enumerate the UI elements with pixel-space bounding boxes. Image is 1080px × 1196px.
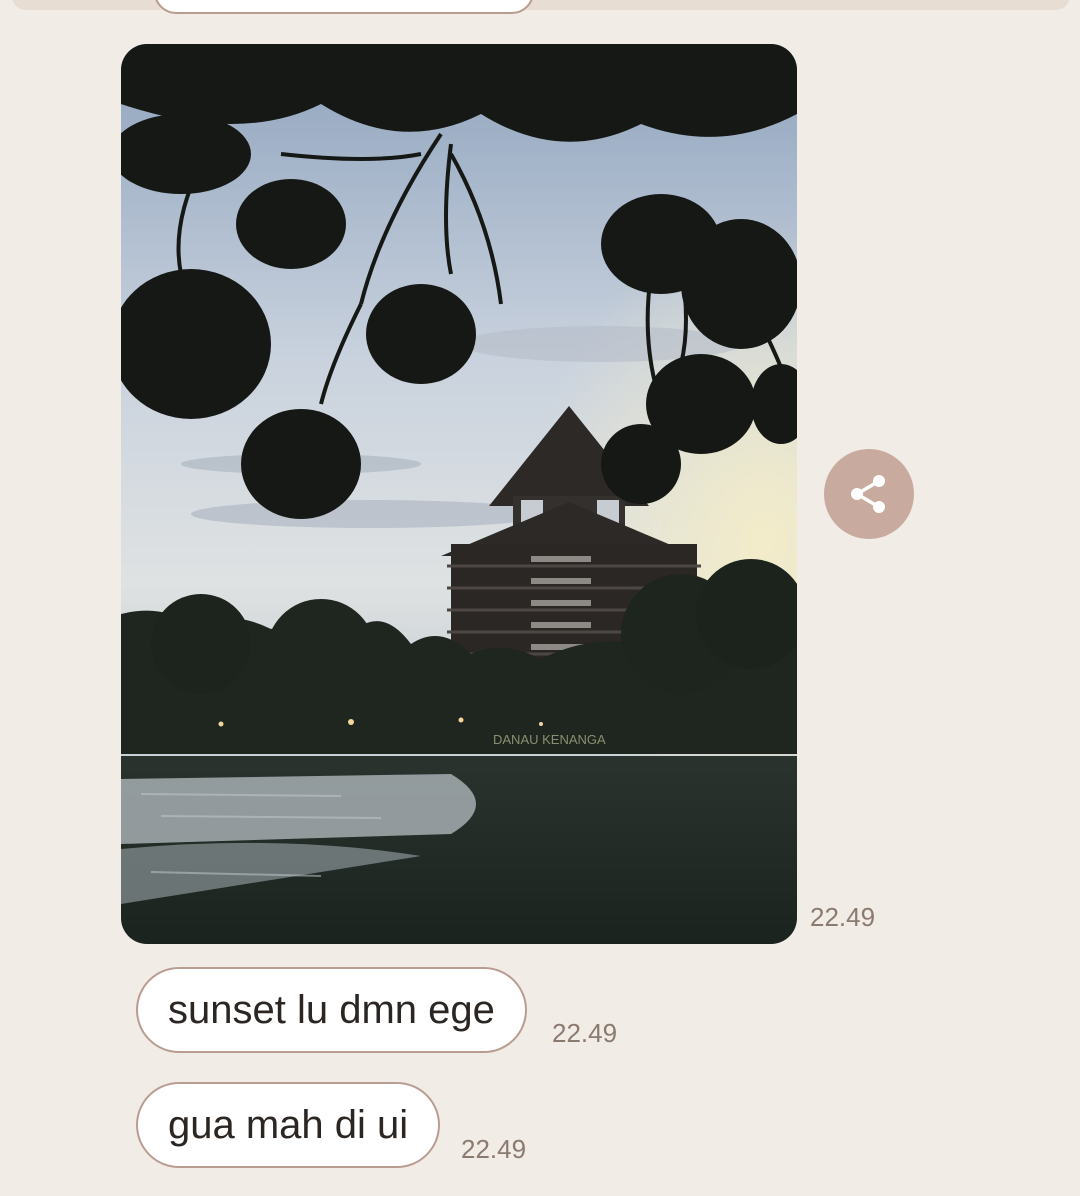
message-timestamp: 22.49 bbox=[461, 1134, 527, 1164]
share-button[interactable] bbox=[824, 449, 914, 539]
message-bubble[interactable]: gua mah di ui bbox=[136, 1082, 441, 1168]
message-text: gua mah di ui bbox=[168, 1102, 409, 1147]
message-timestamp: 22.49 bbox=[552, 1018, 618, 1048]
share-icon bbox=[851, 475, 885, 513]
message-text: sunset lu dmn ege bbox=[168, 987, 495, 1032]
message-timestamp: 22.49 bbox=[810, 902, 876, 932]
lake-sign-text: DANAU KENANGA bbox=[493, 732, 606, 747]
image-message[interactable]: DANAU KENANGA bbox=[121, 44, 797, 944]
photo-sunset-lake: DANAU KENANGA bbox=[121, 44, 797, 944]
previous-message-bubble[interactable] bbox=[154, 0, 534, 14]
message-bubble[interactable]: sunset lu dmn ege bbox=[136, 967, 527, 1053]
